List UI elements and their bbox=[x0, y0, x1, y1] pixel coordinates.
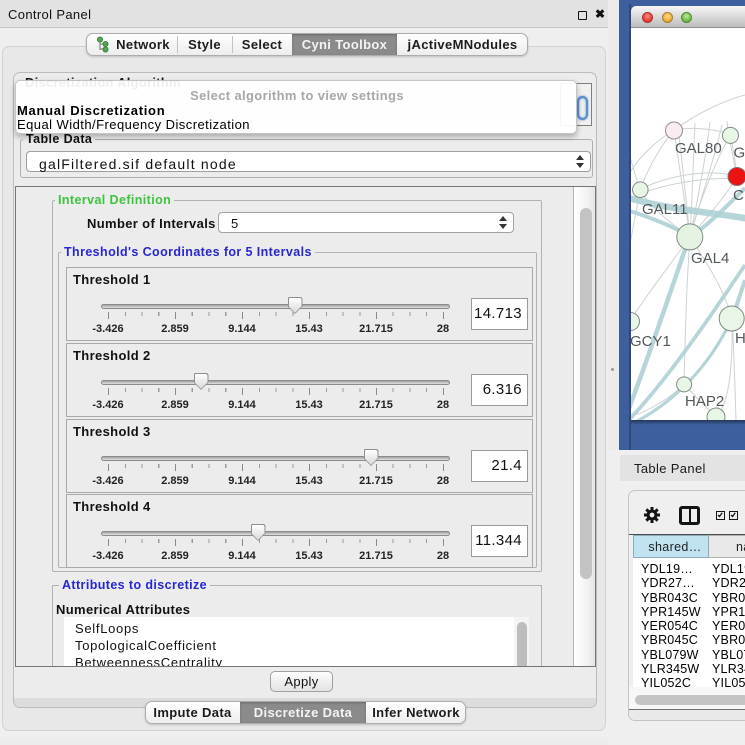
svg-text:GA: GA bbox=[734, 145, 745, 162]
svg-text:GAL4: GAL4 bbox=[691, 250, 729, 267]
svg-text:GAL11: GAL11 bbox=[642, 201, 688, 218]
svg-text:H: H bbox=[735, 330, 745, 347]
svg-text:HAP2: HAP2 bbox=[685, 393, 724, 410]
svg-text:C: C bbox=[733, 187, 744, 204]
svg-text:GCY1: GCY1 bbox=[631, 333, 671, 350]
svg-text:GAL80: GAL80 bbox=[675, 140, 722, 157]
